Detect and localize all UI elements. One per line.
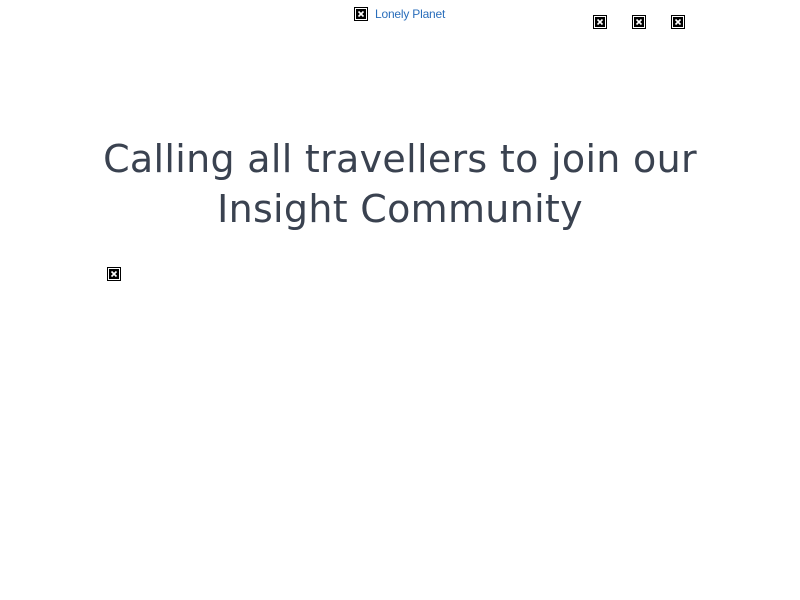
headline-line-1: Calling all travellers to join our bbox=[103, 137, 697, 181]
page: Lonely Planet Calling all travellers to … bbox=[0, 0, 800, 600]
logo-link[interactable]: Lonely Planet bbox=[354, 7, 445, 21]
broken-image-icon[interactable] bbox=[671, 15, 685, 29]
headline-line-2: Insight Community bbox=[217, 187, 583, 231]
logo-label: Lonely Planet bbox=[375, 7, 446, 21]
page-title: Calling all travellers to join our Insig… bbox=[0, 134, 800, 234]
broken-image-icon bbox=[354, 7, 368, 21]
broken-image-icon bbox=[107, 267, 121, 281]
broken-image-icon[interactable] bbox=[593, 15, 607, 29]
broken-image-icon[interactable] bbox=[632, 15, 646, 29]
